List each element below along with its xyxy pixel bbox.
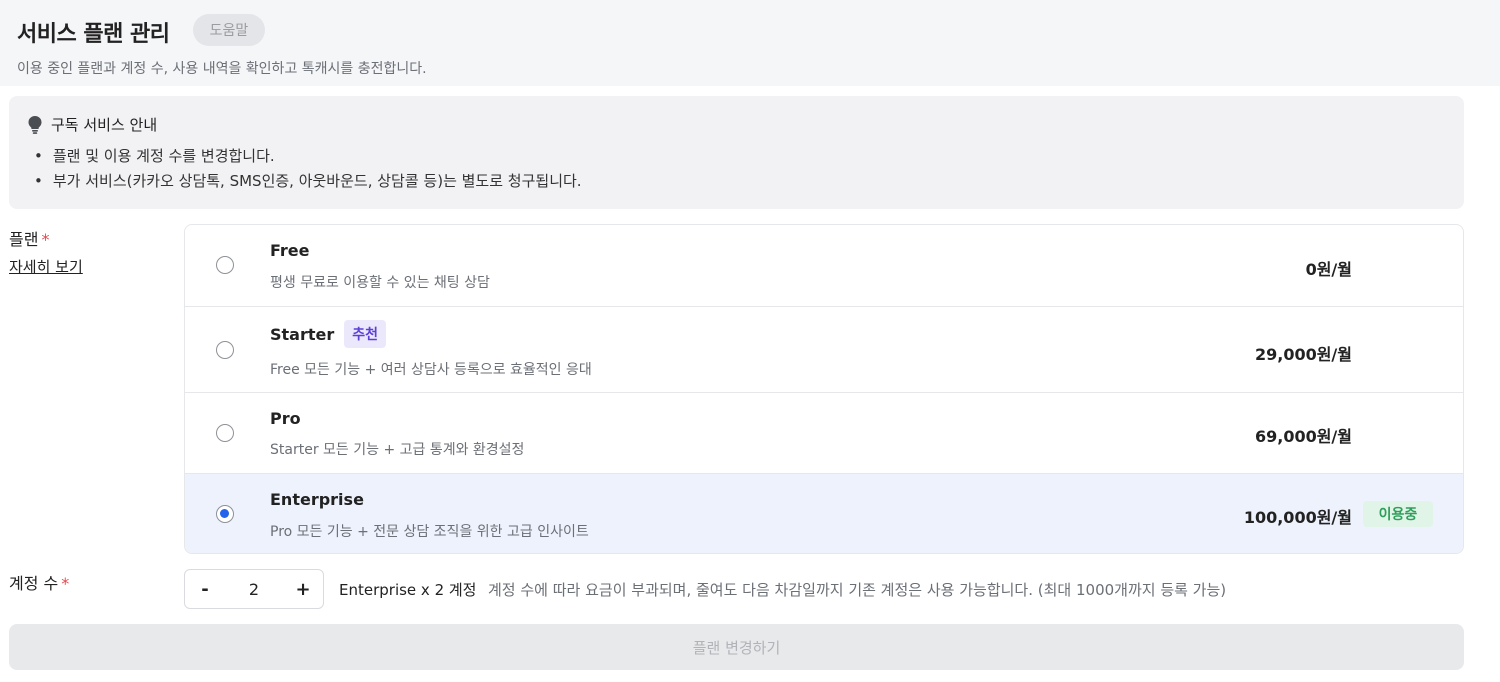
page-header: 서비스 플랜 관리 도움말 이용 중인 플랜과 계정 수, 사용 내역을 확인하…	[0, 0, 1500, 86]
account-count-stepper: - +	[184, 569, 324, 609]
plan-desc: 평생 무료로 이용할 수 있는 채팅 상담	[270, 275, 490, 291]
notice-title: 구독 서비스 안내	[51, 116, 158, 134]
plan-label-text: 플랜	[9, 230, 39, 249]
plan-name: Starter 추천	[270, 320, 387, 348]
page-title: 서비스 플랜 관리	[17, 22, 170, 47]
page-subtitle: 이용 중인 플랜과 계정 수, 사용 내역을 확인하고 톡캐시를 충전합니다.	[17, 61, 427, 77]
account-label-text: 계정 수	[9, 574, 59, 593]
current-plan-badge: 이용중	[1363, 501, 1433, 527]
plan-radio-pro[interactable]	[216, 424, 234, 442]
plan-name-text: Enterprise	[270, 490, 364, 509]
help-button[interactable]: 도움말	[193, 14, 265, 46]
required-mark: *	[61, 574, 70, 593]
plan-radio-enterprise[interactable]	[216, 505, 234, 523]
plan-desc: Pro 모든 기능 + 전문 상담 조직을 위한 고급 인사이트	[270, 524, 589, 540]
plan-radio-free[interactable]	[216, 256, 234, 274]
account-summary: Enterprise x 2 계정	[339, 581, 477, 599]
decrement-button[interactable]: -	[185, 570, 225, 608]
notice-list: 플랜 및 이용 계정 수를 변경합니다. 부가 서비스(카카오 상담톡, SMS…	[34, 146, 582, 196]
plan-name: Enterprise	[270, 490, 364, 509]
plan-option-pro[interactable]: Pro Starter 모든 기능 + 고급 통계와 환경설정 69,000원/…	[185, 392, 1463, 473]
notice-header: 구독 서비스 안내	[27, 114, 157, 135]
detail-link[interactable]: 자세히 보기	[9, 256, 83, 277]
plan-name-text: Pro	[270, 409, 301, 428]
change-plan-button[interactable]: 플랜 변경하기	[9, 624, 1464, 670]
plan-name-text: Starter	[270, 324, 335, 344]
plan-price: 29,000원/월	[1254, 345, 1352, 364]
plan-desc: Free 모든 기능 + 여러 상담사 등록으로 효율적인 응대	[270, 362, 592, 378]
plan-option-free[interactable]: Free 평생 무료로 이용할 수 있는 채팅 상담 0원/월	[185, 225, 1463, 306]
plan-name: Pro	[270, 409, 301, 428]
plan-name: Free	[270, 241, 310, 260]
plan-radio-starter[interactable]	[216, 341, 234, 359]
plan-list: Free 평생 무료로 이용할 수 있는 채팅 상담 0원/월 Starter …	[184, 224, 1464, 554]
increment-button[interactable]: +	[283, 570, 323, 608]
account-count-label: 계정 수 *	[9, 570, 69, 594]
lightbulb-icon	[28, 115, 42, 134]
plan-option-enterprise[interactable]: Enterprise Pro 모든 기능 + 전문 상담 조직을 위한 고급 인…	[185, 473, 1463, 553]
account-count-input[interactable]	[234, 579, 274, 599]
required-mark: *	[41, 230, 50, 249]
plan-price: 69,000원/월	[1254, 427, 1352, 446]
plan-price: 0원/월	[1305, 260, 1352, 279]
recommend-badge: 추천	[344, 320, 387, 348]
plan-label: 플랜 *	[9, 226, 49, 250]
account-note: 계정 수에 따라 요금이 부과되며, 줄여도 다음 차감일까지 기존 계정은 사…	[488, 581, 1227, 599]
plan-name-text: Free	[270, 241, 310, 260]
subscription-notice: 구독 서비스 안내 플랜 및 이용 계정 수를 변경합니다. 부가 서비스(카카…	[9, 96, 1464, 209]
plan-option-starter[interactable]: Starter 추천 Free 모든 기능 + 여러 상담사 등록으로 효율적인…	[185, 306, 1463, 392]
notice-item: 부가 서비스(카카오 상담톡, SMS인증, 아웃바운드, 상담콜 등)는 별도…	[34, 171, 582, 196]
plan-desc: Starter 모든 기능 + 고급 통계와 환경설정	[270, 442, 525, 458]
notice-item: 플랜 및 이용 계정 수를 변경합니다.	[34, 146, 582, 171]
plan-price: 100,000원/월	[1243, 508, 1352, 527]
